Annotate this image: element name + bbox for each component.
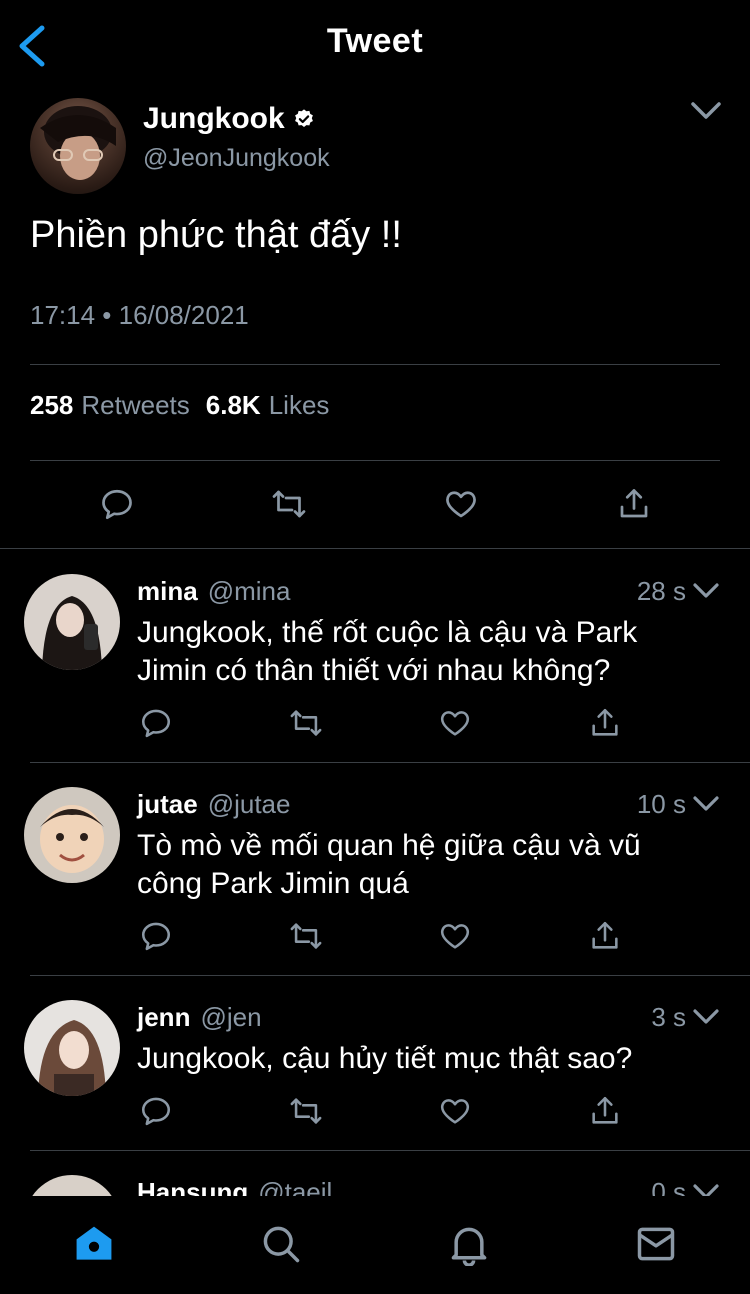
retweets-count: 258 — [30, 390, 74, 420]
retweet-button[interactable] — [289, 919, 323, 953]
chevron-down-icon — [693, 1009, 719, 1024]
reply-author-name[interactable]: jenn — [137, 1002, 190, 1032]
retweets-label: Retweets — [81, 390, 190, 420]
page-title: Tweet — [326, 22, 424, 60]
tweet-timestamp: 17:14 • 16/08/2021 — [30, 300, 249, 330]
tab-home[interactable] — [72, 1222, 116, 1266]
reply-header: mina @mina — [137, 576, 290, 607]
tweet-actions — [0, 486, 750, 526]
reply-text: Jungkook, thế rốt cuộc là cậu và Park Ji… — [137, 616, 638, 687]
heart-icon — [440, 711, 470, 736]
tab-messages[interactable] — [634, 1222, 678, 1266]
chevron-down-icon — [691, 102, 721, 119]
reply-text: Tò mò về mối quan hệ giữa cậu và vũ công… — [137, 829, 641, 900]
reply-more-button[interactable] — [692, 793, 720, 815]
home-icon — [76, 1226, 112, 1260]
likes-label: Likes — [268, 390, 330, 420]
share-button[interactable] — [588, 919, 622, 953]
reply-author-name[interactable]: mina — [137, 576, 198, 606]
retweet-icon — [290, 1098, 322, 1124]
author-name[interactable]: Jungkook — [143, 102, 285, 136]
reply-author-name[interactable]: Hansung — [137, 1177, 248, 1196]
bell-icon — [451, 1227, 487, 1266]
top-bar: Tweet — [0, 0, 750, 90]
like-button[interactable] — [438, 706, 472, 740]
reply-author-handle: @jutae — [207, 789, 291, 819]
retweet-icon — [290, 710, 322, 736]
reply-more-button[interactable] — [692, 1006, 720, 1028]
reply-icon — [102, 489, 132, 519]
heart-icon — [440, 1099, 470, 1124]
reply-icon — [141, 922, 171, 951]
reply-button[interactable] — [139, 1094, 173, 1128]
mail-icon — [637, 1227, 675, 1261]
reply-icon — [141, 1097, 171, 1126]
author-name-row: Jungkook — [143, 102, 315, 136]
reply-author-handle: @jen — [200, 1002, 262, 1032]
share-button[interactable] — [616, 486, 652, 522]
tab-notifications[interactable] — [447, 1222, 491, 1266]
avatar[interactable] — [24, 1000, 120, 1096]
reply-button[interactable] — [139, 706, 173, 740]
author-avatar[interactable] — [30, 98, 126, 194]
chevron-down-icon — [693, 583, 719, 598]
like-button[interactable] — [443, 486, 479, 522]
heart-icon — [440, 924, 470, 949]
reply-timestamp: 10 s — [636, 789, 686, 819]
reply-item[interactable]: jutae @jutae 10 s Tò mò về mối quan hệ gi… — [0, 763, 750, 975]
avatar[interactable] — [24, 574, 120, 670]
reply-button[interactable] — [99, 486, 135, 522]
tweet-stats: 258 Retweets 6.8K Likes — [30, 390, 329, 421]
author-handle: @JeonJungkook — [143, 144, 330, 172]
avatar[interactable] — [24, 787, 120, 883]
tab-search[interactable] — [259, 1222, 303, 1266]
main-tweet: Jungkook @JeonJungkook Phiền phức thật đ… — [0, 90, 750, 550]
reply-header: jutae @jutae — [137, 789, 290, 820]
divider — [30, 364, 720, 365]
like-button[interactable] — [438, 919, 472, 953]
reply-author-handle: @taeil — [258, 1177, 333, 1196]
retweet-button[interactable] — [271, 486, 307, 522]
tweet-text: Phiền phức thật đấy !! — [30, 214, 402, 256]
more-options-button[interactable] — [690, 98, 722, 124]
bottom-tab-bar — [0, 1196, 750, 1294]
divider — [30, 460, 720, 461]
reply-item[interactable]: mina @mina 28 s Jungkook, thế rốt cuộc là… — [0, 550, 750, 762]
reply-text: Jungkook, cậu hủy tiết mục thật sao? — [137, 1042, 633, 1075]
retweet-icon — [290, 923, 322, 949]
verified-badge-icon — [294, 109, 313, 127]
reply-item[interactable]: jenn @jen 3 s Jungkook, cậu hủy tiết mục … — [0, 976, 750, 1150]
chevron-down-icon — [693, 1184, 719, 1196]
search-icon — [263, 1226, 300, 1263]
share-icon — [592, 921, 618, 949]
reply-timestamp: 3 s — [651, 1002, 686, 1032]
likes-stat[interactable]: 6.8K Likes — [206, 390, 330, 421]
heart-icon — [446, 491, 476, 518]
share-icon — [620, 489, 648, 518]
reply-item[interactable]: Hansung @taeil 0 s — [0, 1151, 750, 1196]
share-button[interactable] — [588, 706, 622, 740]
reply-button[interactable] — [139, 919, 173, 953]
share-icon — [592, 1096, 618, 1124]
chevron-down-icon — [693, 796, 719, 811]
share-button[interactable] — [588, 1094, 622, 1128]
retweets-stat[interactable]: 258 Retweets — [30, 390, 190, 421]
retweet-button[interactable] — [289, 1094, 323, 1128]
divider — [0, 548, 750, 549]
retweet-icon — [272, 490, 306, 518]
reply-more-button[interactable] — [692, 1181, 720, 1196]
reply-icon — [141, 709, 171, 738]
retweet-button[interactable] — [289, 706, 323, 740]
reply-author-name[interactable]: jutae — [137, 789, 198, 819]
reply-author-handle: @mina — [207, 576, 291, 606]
share-icon — [592, 708, 618, 736]
avatar[interactable] — [24, 1175, 120, 1196]
like-button[interactable] — [438, 1094, 472, 1128]
reply-timestamp: 28 s — [636, 576, 686, 606]
reply-header: jenn @jen — [137, 1002, 262, 1033]
reply-more-button[interactable] — [692, 580, 720, 602]
reply-timestamp: 0 s — [651, 1177, 686, 1196]
reply-header: Hansung @taeil — [137, 1177, 332, 1196]
likes-count: 6.8K — [205, 390, 261, 420]
